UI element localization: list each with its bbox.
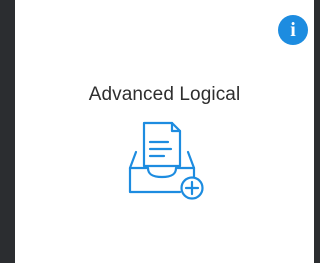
info-glyph: i [290,19,296,41]
info-icon[interactable]: i [278,15,308,45]
document-inbox-add-icon [122,120,218,204]
card-title: Advanced Logical [88,84,241,105]
viewport-frame: i Advanced Logical [0,0,314,263]
